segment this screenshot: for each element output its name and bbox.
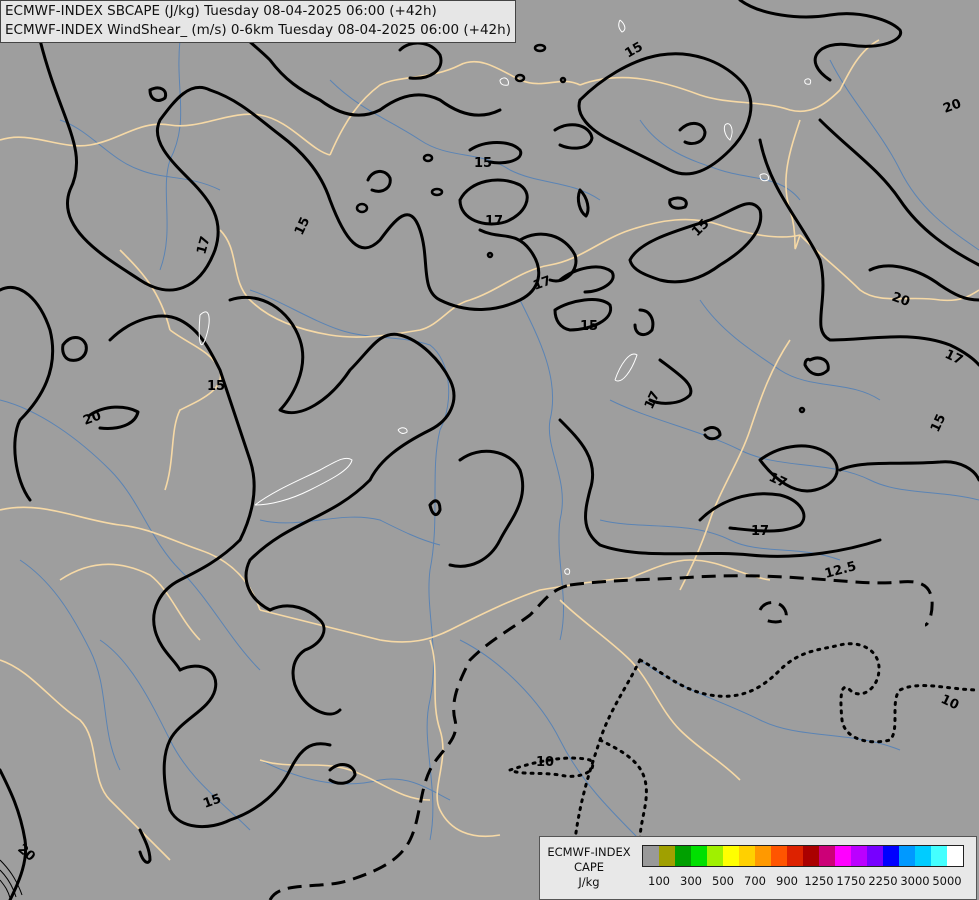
legend-title-line: ECMWF-INDEX xyxy=(547,845,631,859)
legend-swatch xyxy=(707,846,723,866)
legend-swatch xyxy=(835,846,851,866)
legend-color-scale xyxy=(642,845,964,867)
legend-swatch xyxy=(723,846,739,866)
legend-swatch xyxy=(819,846,835,866)
legend-swatch xyxy=(883,846,899,866)
contour-label: 10 xyxy=(536,755,554,770)
map-title-box: ECMWF-INDEX SBCAPE (J/kg) Tuesday 08-04-… xyxy=(0,0,516,43)
legend-swatch xyxy=(803,846,819,866)
title-line-cape: ECMWF-INDEX SBCAPE (J/kg) Tuesday 08-04-… xyxy=(5,3,437,19)
legend-tick-labels: 100 300 500 700 900 1250 1750 2250 3000 5000 xyxy=(642,874,964,890)
legend-swatch xyxy=(659,846,675,866)
contour-label: 15 xyxy=(580,319,598,334)
legend-tick-label: 900 xyxy=(776,874,798,888)
contour-label: 17 xyxy=(485,214,503,229)
legend-swatch xyxy=(947,846,963,866)
legend-swatch xyxy=(867,846,883,866)
legend-tick-label: 2250 xyxy=(868,874,898,888)
legend-swatch xyxy=(851,846,867,866)
legend-tick-label: 100 xyxy=(648,874,670,888)
legend-swatch xyxy=(931,846,947,866)
legend-title-line: J/kg xyxy=(578,875,600,889)
contour-label: 15 xyxy=(474,156,492,171)
legend-swatch xyxy=(755,846,771,866)
legend-swatch xyxy=(771,846,787,866)
legend-swatch xyxy=(899,846,915,866)
legend-tick-label: 500 xyxy=(712,874,734,888)
legend-tick-label: 300 xyxy=(680,874,702,888)
weather-map: 15 15 15 15 15 15 15 15 15 17 17 17 17 1… xyxy=(0,0,979,900)
legend-tick-label: 700 xyxy=(744,874,766,888)
legend-swatch xyxy=(643,846,659,866)
cape-legend: ECMWF-INDEX CAPE J/kg 100 300 500 700 900 125… xyxy=(539,836,977,900)
contour-label: 15 xyxy=(207,379,225,394)
legend-swatch xyxy=(739,846,755,866)
legend-title: ECMWF-INDEX CAPE J/kg xyxy=(544,845,634,890)
legend-swatch xyxy=(675,846,691,866)
contour-label: 17 xyxy=(751,524,769,539)
legend-title-line: CAPE xyxy=(573,860,605,874)
legend-tick-label: 5000 xyxy=(932,874,962,888)
legend-swatch xyxy=(691,846,707,866)
legend-tick-label: 3000 xyxy=(900,874,930,888)
title-line-windshear: ECMWF-INDEX WindShear_ (m/s) 0-6km Tuesd… xyxy=(5,22,511,38)
legend-swatch xyxy=(787,846,803,866)
legend-swatch xyxy=(915,846,931,866)
legend-tick-label: 1250 xyxy=(804,874,834,888)
legend-tick-label: 1750 xyxy=(836,874,866,888)
